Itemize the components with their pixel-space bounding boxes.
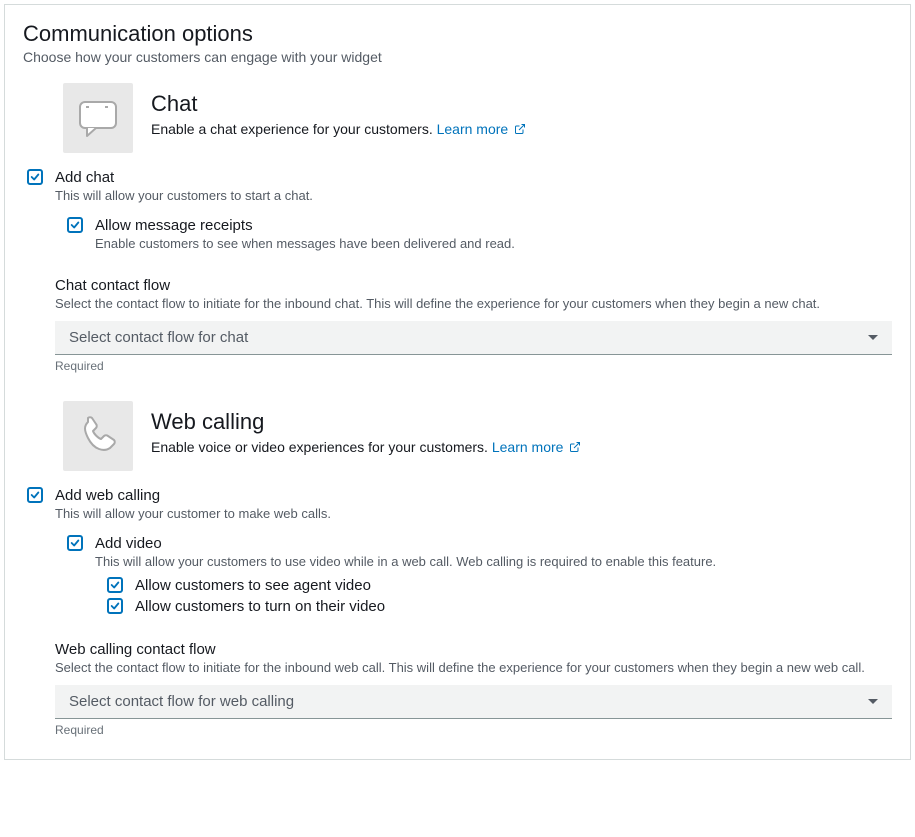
- chevron-down-icon: [868, 335, 878, 340]
- allow-turn-on-row: Allow customers to turn on their video: [107, 598, 892, 615]
- add-chat-sub: This will allow your customers to start …: [55, 188, 892, 203]
- chat-learn-more-link[interactable]: Learn more: [437, 121, 526, 137]
- webcall-flow-desc: Select the contact flow to initiate for …: [55, 660, 892, 675]
- chat-title: Chat: [151, 91, 526, 117]
- webcall-flow-title: Web calling contact flow: [55, 641, 892, 658]
- webcall-learn-more-text: Learn more: [492, 439, 564, 455]
- webcall-learn-more-link[interactable]: Learn more: [492, 439, 581, 455]
- webcall-flow-select-placeholder: Select contact flow for web calling: [69, 693, 294, 710]
- panel-title: Communication options: [23, 21, 892, 47]
- allow-receipts-sub: Enable customers to see when messages ha…: [95, 236, 892, 251]
- add-video-label: Add video: [95, 535, 892, 552]
- chevron-down-icon: [868, 699, 878, 704]
- chat-flow-title: Chat contact flow: [55, 277, 892, 294]
- add-video-sub: This will allow your customers to use vi…: [95, 554, 892, 569]
- chat-desc-text: Enable a chat experience for your custom…: [151, 121, 433, 137]
- webcall-flow-block: Web calling contact flow Select the cont…: [55, 641, 892, 737]
- allow-see-agent-row: Allow customers to see agent video: [107, 577, 892, 594]
- communication-options-panel: Communication options Choose how your cu…: [4, 4, 911, 760]
- add-video-row: Add video This will allow your customers…: [67, 535, 892, 569]
- chat-feature-header: Chat Enable a chat experience for your c…: [63, 83, 892, 153]
- allow-turn-on-label: Allow customers to turn on their video: [135, 598, 892, 615]
- add-video-checkbox[interactable]: [67, 535, 83, 551]
- phone-icon: [63, 401, 133, 471]
- webcall-title: Web calling: [151, 409, 581, 435]
- chat-icon: [63, 83, 133, 153]
- chat-flow-hint: Required: [55, 359, 892, 373]
- add-webcall-checkbox[interactable]: [27, 487, 43, 503]
- chat-desc: Enable a chat experience for your custom…: [151, 121, 526, 137]
- allow-see-agent-checkbox[interactable]: [107, 577, 123, 593]
- chat-flow-desc: Select the contact flow to initiate for …: [55, 296, 892, 311]
- panel-subtitle: Choose how your customers can engage wit…: [23, 49, 892, 65]
- external-link-icon: [514, 123, 526, 135]
- add-chat-label: Add chat: [55, 169, 892, 186]
- add-webcall-row: Add web calling This will allow your cus…: [27, 487, 892, 521]
- webcall-desc: Enable voice or video experiences for yo…: [151, 439, 581, 455]
- allow-turn-on-checkbox[interactable]: [107, 598, 123, 614]
- webcall-flow-hint: Required: [55, 723, 892, 737]
- webcall-feature-header: Web calling Enable voice or video experi…: [63, 401, 892, 471]
- allow-receipts-checkbox[interactable]: [67, 217, 83, 233]
- add-webcall-sub: This will allow your customer to make we…: [55, 506, 892, 521]
- chat-flow-block: Chat contact flow Select the contact flo…: [55, 277, 892, 373]
- chat-flow-select[interactable]: Select contact flow for chat: [55, 321, 892, 355]
- allow-receipts-row: Allow message receipts Enable customers …: [67, 217, 892, 251]
- chat-flow-select-placeholder: Select contact flow for chat: [69, 329, 248, 346]
- add-webcall-label: Add web calling: [55, 487, 892, 504]
- allow-see-agent-label: Allow customers to see agent video: [135, 577, 892, 594]
- add-chat-checkbox[interactable]: [27, 169, 43, 185]
- external-link-icon: [569, 441, 581, 453]
- allow-receipts-label: Allow message receipts: [95, 217, 892, 234]
- webcall-flow-select[interactable]: Select contact flow for web calling: [55, 685, 892, 719]
- add-chat-row: Add chat This will allow your customers …: [27, 169, 892, 203]
- chat-learn-more-text: Learn more: [437, 121, 509, 137]
- webcall-desc-text: Enable voice or video experiences for yo…: [151, 439, 488, 455]
